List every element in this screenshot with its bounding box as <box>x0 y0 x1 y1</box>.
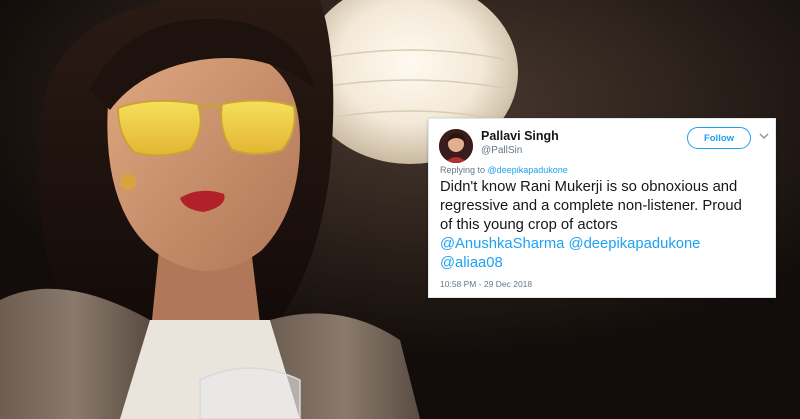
tweet-text-line: Didn't know Rani Mukerji is so obnoxious… <box>440 179 738 195</box>
user-name[interactable]: Pallavi Singh <box>481 129 559 143</box>
tweet-timestamp[interactable]: 10:58 PM - 29 Dec 2018 <box>440 279 532 289</box>
reply-prefix: Replying to <box>440 165 486 175</box>
tweet-text: Didn't know Rani Mukerji is so obnoxious… <box>440 178 770 273</box>
reply-handle-link[interactable]: @deepikapadukone <box>488 165 568 175</box>
tweet-mentions-line: @AnushkaSharma @deepikapadukone <box>440 235 770 254</box>
tweet-card: Pallavi Singh @PallSin Follow Replying t… <box>428 118 776 298</box>
chevron-down-icon[interactable] <box>759 132 769 140</box>
mention-link[interactable]: @deepikapadukone <box>569 236 701 252</box>
follow-button[interactable]: Follow <box>687 127 751 149</box>
avatar[interactable] <box>439 129 473 163</box>
tweet-text-line: regressive and a complete non-listener. … <box>440 198 742 214</box>
user-avatar-icon <box>439 129 473 163</box>
reply-context: Replying to @deepikapadukone <box>440 165 568 175</box>
wine-glass <box>199 367 301 419</box>
photo-scene: Pallavi Singh @PallSin Follow Replying t… <box>0 0 800 419</box>
mention-link[interactable]: @AnushkaSharma <box>440 236 564 252</box>
mention-link[interactable]: @aliaa08 <box>440 255 503 271</box>
tweet-mentions-line: @aliaa08 <box>440 254 770 273</box>
user-handle[interactable]: @PallSin <box>481 145 522 156</box>
tweet-text-line: of this young crop of actors <box>440 217 618 233</box>
